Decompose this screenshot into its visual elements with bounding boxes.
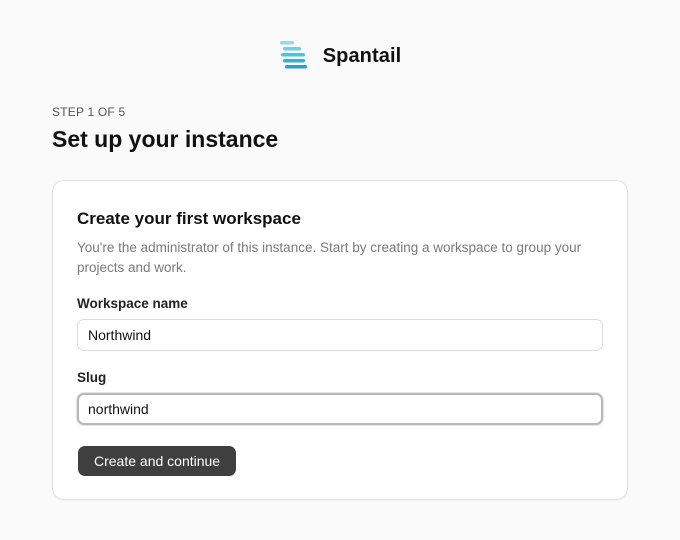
card-description: You're the administrator of this instanc… xyxy=(77,240,582,275)
slug-label: Slug xyxy=(77,370,107,385)
workspace-name-label: Workspace name xyxy=(77,296,188,311)
workspace-name-input[interactable] xyxy=(77,319,603,351)
step-indicator: STEP 1 OF 5 xyxy=(52,105,126,119)
workspace-card: Create your first workspace You're the a… xyxy=(52,180,628,500)
brand-name: Spantail xyxy=(322,44,402,67)
brand-header: Spantail xyxy=(0,40,680,72)
spantail-logo-icon xyxy=(279,41,307,69)
create-and-continue-button[interactable]: Create and continue xyxy=(78,446,237,476)
page-title: Set up your instance xyxy=(52,126,279,152)
slug-input[interactable] xyxy=(77,393,603,425)
setup-page: Spantail STEP 1 OF 5 Set up your instanc… xyxy=(0,0,680,540)
card-title: Create your first workspace xyxy=(77,209,301,228)
